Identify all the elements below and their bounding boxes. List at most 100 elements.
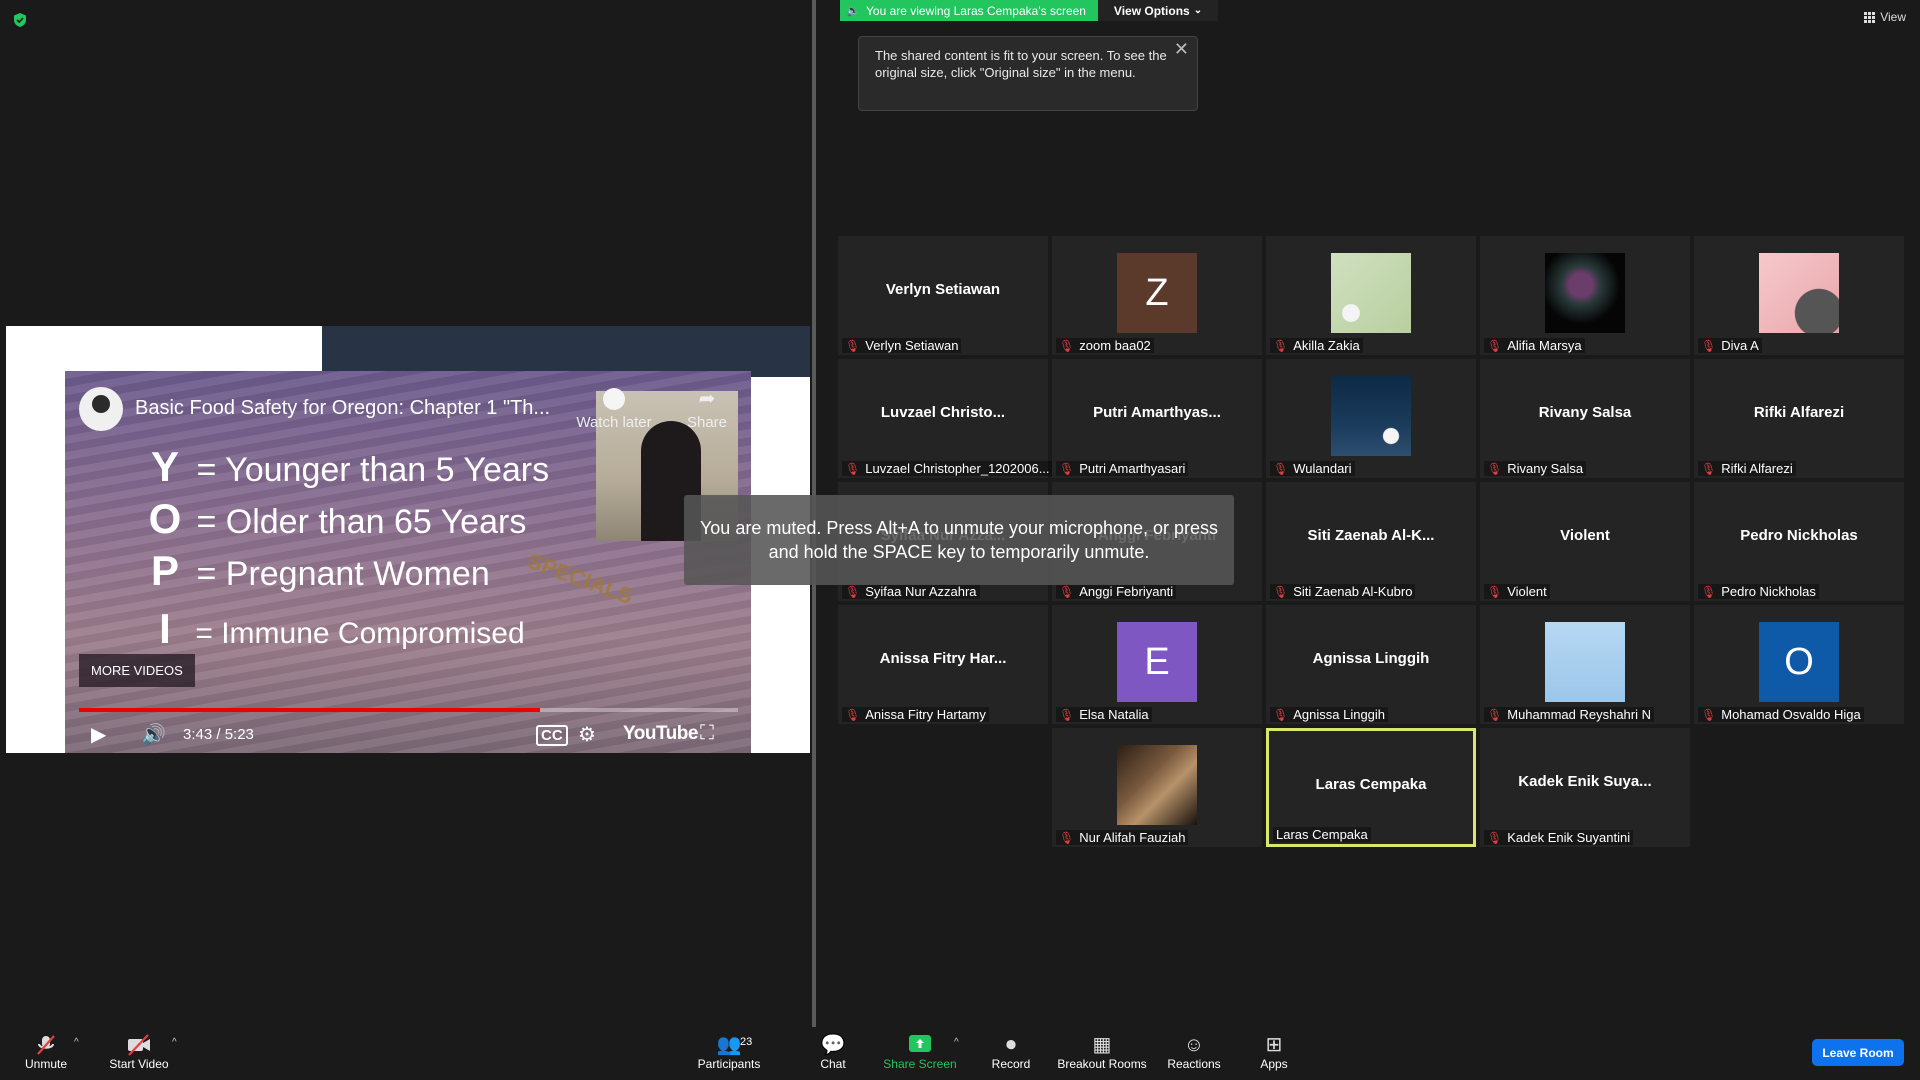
- participant-tile[interactable]: 🎙 Wulandari: [1266, 359, 1476, 478]
- participant-tile[interactable]: 🎙 Alifia Marsya: [1480, 236, 1690, 355]
- participant-label-text: Muhammad Reyshahri N: [1507, 707, 1652, 722]
- participant-avatar: Z: [1117, 253, 1197, 333]
- participant-photo: [1331, 376, 1411, 456]
- participant-label-text: Verlyn Setiawan: [865, 338, 959, 353]
- watch-later-button[interactable]: Watch later: [571, 388, 657, 431]
- breakout-rooms-button[interactable]: ▦ Breakout Rooms: [1056, 1033, 1148, 1071]
- youtube-player[interactable]: Basic Food Safety for Oregon: Chapter 1 …: [65, 371, 751, 753]
- audio-options-caret[interactable]: ^: [74, 1037, 79, 1048]
- muted-mic-icon: 🎙: [1273, 338, 1289, 353]
- participant-tile[interactable]: 🎙 Muhammad Reyshahri N: [1480, 605, 1690, 724]
- participant-name-label: 🎙 Verlyn Setiawan: [842, 338, 962, 353]
- participant-label-text: zoom baa02: [1079, 338, 1151, 353]
- share-screen-button[interactable]: Share Screen: [880, 1033, 960, 1071]
- participant-label-text: Anissa Fitry Hartamy: [865, 707, 986, 722]
- channel-avatar[interactable]: [79, 387, 123, 431]
- grid-view-icon: [1864, 11, 1876, 23]
- participant-name-label: 🎙 Nur Alifah Fauziah: [1056, 830, 1189, 845]
- participant-photo: [1759, 253, 1839, 333]
- participant-tile[interactable]: O 🎙 Mohamad Osvaldo Higa: [1694, 605, 1904, 724]
- participant-label-text: Elsa Natalia: [1079, 707, 1149, 722]
- participant-tile[interactable]: 🎙 Akilla Zakia: [1266, 236, 1476, 355]
- start-video-button[interactable]: Start Video: [104, 1033, 174, 1071]
- muted-mic-icon: 🎙: [1487, 461, 1503, 476]
- participant-tile[interactable]: Luvzael Christo... 🎙 Luvzael Christopher_1…: [838, 359, 1053, 478]
- view-button[interactable]: View: [1864, 10, 1906, 24]
- participant-tile[interactable]: Kadek Enik Suya... 🎙 Kadek Enik Suyantini: [1480, 728, 1690, 847]
- participant-tile[interactable]: Verlyn Setiawan 🎙 Verlyn Setiawan: [838, 236, 1048, 355]
- participant-tile[interactable]: Z 🎙 zoom baa02: [1052, 236, 1262, 355]
- shared-screen-header: [322, 326, 810, 377]
- participant-tile[interactable]: Agnissa Linggih 🎙 Agnissa Linggih: [1266, 605, 1476, 724]
- video-options-caret[interactable]: ^: [172, 1037, 177, 1048]
- chat-button[interactable]: 💬 Chat: [808, 1033, 858, 1071]
- chevron-down-icon: ⌄: [1193, 5, 1203, 16]
- participant-display-name: Violent: [1560, 527, 1610, 544]
- participant-display-name: Agnissa Linggih: [1312, 650, 1430, 667]
- participant-tile[interactable]: Putri Amarthyas... 🎙 Putri Amarthyasari: [1052, 359, 1262, 478]
- security-shield-icon[interactable]: [12, 12, 28, 28]
- participant-tile[interactable]: Siti Zaenab Al-K... 🎙 Siti Zaenab Al-Kubro: [1266, 482, 1476, 601]
- play-icon[interactable]: ▶: [91, 722, 106, 747]
- participant-tile[interactable]: Pedro Nickholas 🎙 Pedro Nickholas: [1694, 482, 1904, 601]
- view-options-button[interactable]: View Options ⌄: [1098, 0, 1218, 21]
- acronym-text: Immune Compromised: [221, 617, 525, 650]
- share-screen-label: Share Screen: [883, 1057, 957, 1071]
- participant-name-label: 🎙 Alifia Marsya: [1484, 338, 1585, 353]
- view-options-label: View Options: [1113, 3, 1190, 18]
- more-videos-button[interactable]: MORE VIDEOS: [79, 654, 195, 687]
- captions-icon[interactable]: CC: [536, 725, 568, 746]
- leave-room-button[interactable]: Leave Room: [1812, 1039, 1904, 1066]
- participant-tile[interactable]: E 🎙 Elsa Natalia: [1052, 605, 1262, 724]
- participant-name-label: 🎙 zoom baa02: [1056, 338, 1154, 353]
- share-button[interactable]: ➦ Share: [677, 388, 737, 431]
- participant-name-label: 🎙 Rifki Alfarezi: [1698, 461, 1796, 476]
- reactions-button[interactable]: ☺ Reactions: [1162, 1033, 1226, 1071]
- acronym-equals: =: [196, 555, 217, 593]
- share-label: Share: [686, 414, 728, 431]
- youtube-logo[interactable]: YouTube: [623, 723, 698, 745]
- volume-icon[interactable]: 🔊: [141, 722, 166, 747]
- video-progress-bar[interactable]: [79, 708, 738, 712]
- participant-tile[interactable]: 🎙 Nur Alifah Fauziah: [1052, 728, 1262, 847]
- muted-mic-icon: 🎙: [845, 707, 861, 722]
- participants-button[interactable]: 👥 Participants: [690, 1033, 768, 1071]
- settings-gear-icon[interactable]: ⚙: [578, 722, 596, 747]
- participant-tile[interactable]: Rifki Alfarezi 🎙 Rifki Alfarezi: [1694, 359, 1904, 478]
- muted-mic-icon: 🎙: [1273, 707, 1289, 722]
- video-title[interactable]: Basic Food Safety for Oregon: Chapter 1 …: [135, 397, 550, 420]
- muted-mic-icon: 🎙: [1273, 461, 1289, 476]
- viewing-text: You are viewing Laras Cempaka's screen: [866, 3, 1086, 18]
- muted-mic-icon: 🎙: [1487, 830, 1503, 845]
- participant-tile[interactable]: Rivany Salsa 🎙 Rivany Salsa: [1480, 359, 1690, 478]
- acronym-text: Pregnant Women: [225, 555, 490, 593]
- participant-tile[interactable]: Laras Cempaka Laras Cempaka: [1266, 728, 1476, 847]
- participant-display-name: Verlyn Setiawan: [885, 281, 1001, 298]
- participant-display-name: Putri Amarthyas...: [1093, 404, 1221, 421]
- participant-tile[interactable]: Violent 🎙 Violent: [1480, 482, 1690, 601]
- muted-mic-icon: 🎙: [1487, 584, 1503, 599]
- acronym-equals: =: [196, 503, 217, 541]
- participant-label-text: Siti Zaenab Al-Kubro: [1293, 584, 1413, 599]
- participant-avatar: E: [1117, 622, 1197, 702]
- muted-mic-icon: 🎙: [1701, 338, 1717, 353]
- participant-photo: [1331, 253, 1411, 333]
- participant-name-label: 🎙 Wulandari: [1270, 461, 1355, 476]
- unmute-label: Unmute: [24, 1057, 68, 1071]
- participant-display-name: Rifki Alfarezi: [1753, 404, 1845, 421]
- close-icon[interactable]: ✕: [1174, 39, 1189, 60]
- acronym-line: I = Immune Compromised: [143, 605, 525, 653]
- participant-display-name: Pedro Nickholas: [1740, 527, 1858, 544]
- participant-tile[interactable]: Anissa Fitry Har... 🎙 Anissa Fitry Hartamy: [838, 605, 1048, 724]
- record-button[interactable]: ⏺ Record: [986, 1033, 1036, 1071]
- apps-button[interactable]: ⊞ Apps: [1254, 1033, 1294, 1071]
- fullscreen-icon[interactable]: ⛶: [700, 722, 714, 745]
- participant-avatar: O: [1759, 622, 1839, 702]
- participant-label-text: Mohamad Osvaldo Higa: [1721, 707, 1861, 722]
- muted-mic-icon: 🎙: [1059, 707, 1075, 722]
- share-options-caret[interactable]: ^: [954, 1037, 959, 1048]
- muted-mic-icon: 🎙: [845, 338, 861, 353]
- participant-label-text: Rifki Alfarezi: [1721, 461, 1793, 476]
- unmute-button[interactable]: Unmute: [18, 1033, 74, 1071]
- participant-tile[interactable]: 🎙 Diva A: [1694, 236, 1904, 355]
